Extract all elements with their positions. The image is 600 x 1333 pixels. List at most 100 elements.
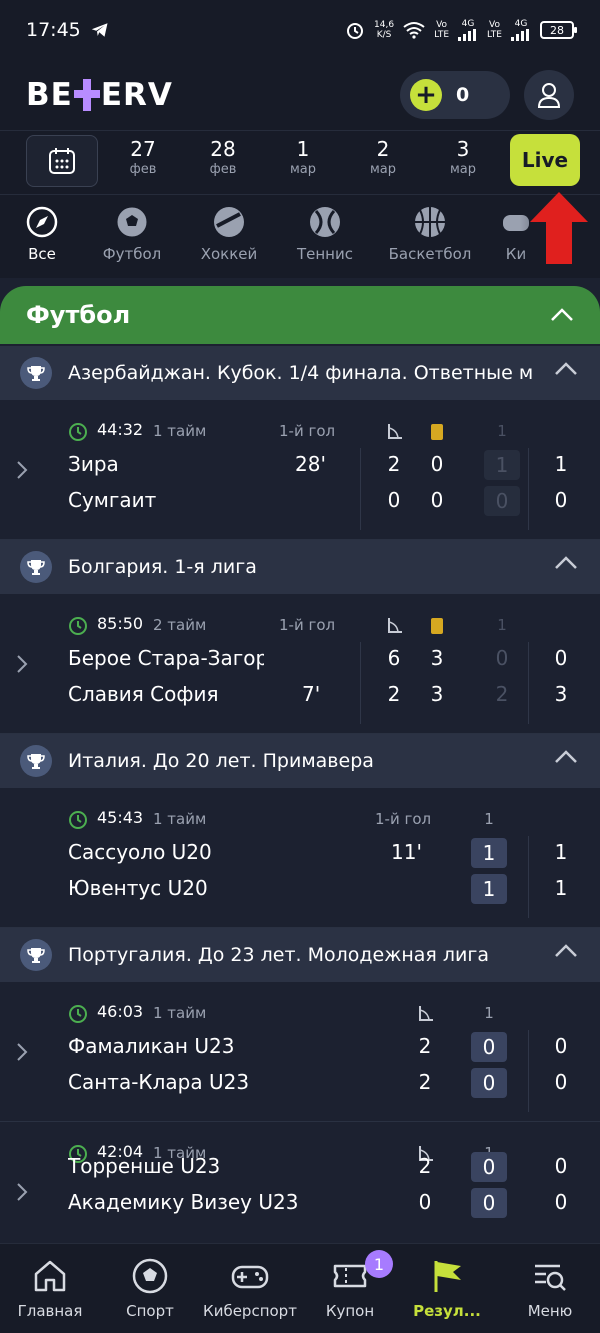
red-arrow-annotation [530, 192, 588, 264]
chevron-up-icon[interactable] [550, 308, 574, 322]
chevron-right-icon[interactable] [16, 1042, 28, 1062]
coupon-count-badge: 1 [365, 1250, 393, 1278]
corners-away: 0 [418, 1190, 432, 1214]
goal-minute: 7' [302, 682, 321, 706]
hockey-puck-icon [214, 207, 244, 237]
match-row[interactable]: 42:04 1 тайм 1 Торренше U23 Академику Ви… [0, 1122, 600, 1243]
sport-filter-all[interactable]: Все [14, 205, 70, 263]
date-item[interactable]: 28 фев [193, 137, 253, 179]
nav-coupon[interactable]: 1 Купон [295, 1250, 405, 1320]
volte-2: Vo LTE [487, 20, 502, 40]
chevron-up-icon[interactable] [554, 944, 578, 958]
match-row[interactable]: 45:43 1 тайм 1-й гол 1 Сассуоло U20 Ювен… [0, 788, 600, 928]
date-month: мар [289, 162, 317, 177]
sport-filter-basketball[interactable]: Баскетбол [386, 205, 474, 263]
date-item[interactable]: 2 мар [353, 137, 413, 179]
tennis-ball-icon [310, 207, 340, 237]
nav-results[interactable]: Резул... [392, 1256, 502, 1320]
menu-search-icon [535, 1264, 566, 1291]
signal-2-label: 4G [514, 19, 528, 29]
nav-label: Резул... [413, 1302, 481, 1320]
period-score-away: 2 [495, 682, 509, 706]
divider [528, 448, 529, 530]
divider [360, 448, 361, 530]
date-month: мар [369, 162, 397, 177]
nav-label: Меню [527, 1302, 573, 1320]
date-item[interactable]: 27 фев [113, 137, 173, 179]
league-header[interactable]: Болгария. 1-я лига [0, 540, 600, 594]
nav-sport[interactable]: Спорт [95, 1256, 205, 1320]
profile-button[interactable] [524, 70, 574, 120]
date-item[interactable]: 3 мар [433, 137, 493, 179]
period-score-home: 0 [471, 1152, 507, 1182]
signal-1-label: 4G [461, 19, 475, 29]
chevron-up-icon[interactable] [554, 362, 578, 376]
yellow-card-icon [431, 618, 443, 634]
score-away: 0 [554, 1070, 568, 1094]
basketball-icon [415, 207, 445, 237]
flag-icon [434, 1261, 461, 1292]
clock-icon [69, 1005, 87, 1023]
corners-home: 6 [387, 646, 401, 670]
league-name: Азербайджан. Кубок. 1/4 финала. Ответные… [68, 362, 533, 384]
score-home: 0 [554, 1154, 568, 1178]
chevron-right-icon[interactable] [16, 460, 28, 480]
corners-away: 2 [387, 682, 401, 706]
cards-home: 3 [430, 646, 444, 670]
corners-away: 2 [418, 1070, 432, 1094]
cards-away: 3 [430, 682, 444, 706]
logo-part-right: ERV [100, 77, 173, 113]
net-speed-value: 14,6 [374, 20, 395, 30]
section-header-football[interactable]: Футбол [0, 286, 600, 344]
nav-label: Спорт [126, 1302, 174, 1320]
sport-filter-hockey[interactable]: Хоккей [196, 205, 262, 263]
yellow-card-icon [431, 424, 443, 440]
live-button[interactable]: Live [510, 134, 580, 186]
chevron-up-icon[interactable] [554, 556, 578, 570]
alarm-icon [347, 23, 364, 39]
volte-1-top: Vo [436, 20, 448, 30]
league-name: Болгария. 1-я лига [68, 556, 257, 578]
trophy-icon [20, 551, 52, 583]
nav-label: Главная [17, 1302, 83, 1320]
sport-filter-football[interactable]: Футбол [98, 205, 166, 263]
match-row[interactable]: 85:50 2 тайм 1-й гол 1 Берое Стара-Загор… [0, 594, 600, 734]
nav-cybersport[interactable]: Киберспорт [195, 1256, 305, 1320]
nav-home[interactable]: Главная [0, 1256, 105, 1320]
sport-filter-label: Все [28, 245, 56, 263]
net-speed: 14,6 K/S [374, 20, 394, 40]
calendar-button[interactable] [26, 135, 98, 187]
events-list: Футбол Азербайджан. Кубок. 1/4 финала. О… [0, 278, 600, 1243]
trophy-icon [20, 939, 52, 971]
match-half: 1 тайм [153, 1004, 207, 1022]
nav-menu[interactable]: Меню [495, 1256, 600, 1320]
league-header[interactable]: Азербайджан. Кубок. 1/4 финала. Ответные… [0, 346, 600, 400]
chevron-right-icon[interactable] [16, 1182, 28, 1202]
team-home: Сассуоло U20 [68, 840, 212, 864]
league-header[interactable]: Португалия. До 23 лет. Молодежная лига [0, 928, 600, 982]
chevron-right-icon[interactable] [16, 654, 28, 674]
league-header[interactable]: Италия. До 20 лет. Примавера [0, 734, 600, 788]
balance-pill[interactable]: + 0 [400, 71, 510, 119]
signal-bars-icon [458, 29, 477, 41]
app-header: BE ERV + 0 [0, 60, 600, 130]
first-goal-label: 1-й гол [279, 616, 336, 634]
divider [528, 836, 529, 918]
match-row[interactable]: 46:03 1 тайм 1 Фамаликан U23 Санта-Клара… [0, 982, 600, 1122]
balance-amount: 0 [456, 84, 470, 106]
volte-1: Vo LTE [434, 20, 449, 40]
deposit-plus-icon[interactable]: + [410, 79, 442, 111]
team-away: Академику Визеу U23 [68, 1190, 299, 1214]
date-item[interactable]: 1 мар [273, 137, 333, 179]
sport-filter-tennis[interactable]: Теннис [292, 205, 358, 263]
first-goal-label: 1-й гол [279, 422, 336, 440]
date-selector: 27 фев 28 фев 1 мар 2 мар 3 мар Live [0, 130, 600, 194]
period-score-away: 0 [471, 1068, 507, 1098]
match-row[interactable]: 44:32 1 тайм 1-й гол 1 Зира Сумгаит 28' … [0, 400, 600, 540]
date-month: мар [449, 162, 477, 177]
period-score-away: 0 [471, 1188, 507, 1218]
period-score-home: 1 [484, 450, 520, 480]
betterv-logo[interactable]: BE ERV [26, 77, 173, 113]
chevron-up-icon[interactable] [554, 750, 578, 764]
cards-away: 0 [430, 488, 444, 512]
